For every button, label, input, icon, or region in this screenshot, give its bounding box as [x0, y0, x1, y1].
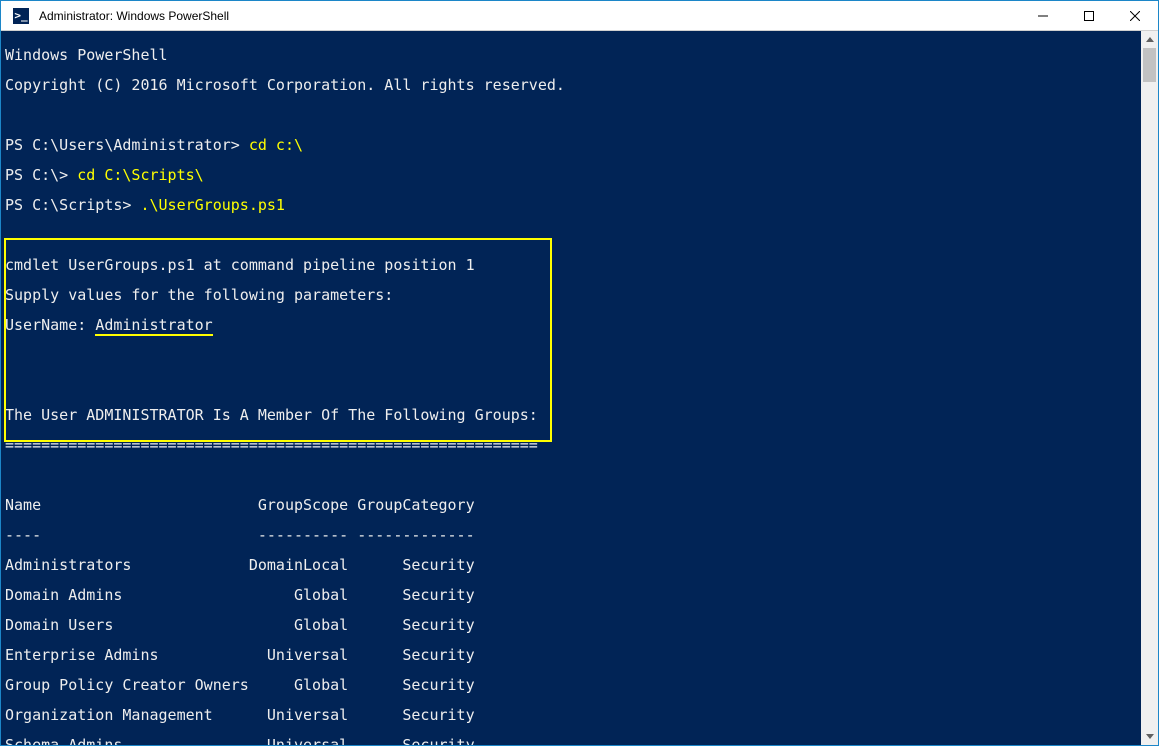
blank-line: [5, 348, 1137, 363]
table-row: Administrators DomainLocal Security: [5, 558, 1137, 573]
close-button[interactable]: [1112, 1, 1158, 31]
group-heading: The User ADMINISTRATOR Is A Member Of Th…: [5, 408, 1137, 423]
powershell-window: >_ Administrator: Windows PowerShell Win…: [0, 0, 1159, 746]
username-prompt: UserName: Administrator: [5, 318, 1137, 333]
banner-line: Windows PowerShell: [5, 48, 1137, 63]
maximize-button[interactable]: [1066, 1, 1112, 31]
window-title: Administrator: Windows PowerShell: [35, 9, 229, 23]
table-row: Domain Users Global Security: [5, 618, 1137, 633]
titlebar[interactable]: >_ Administrator: Windows PowerShell: [1, 1, 1158, 31]
terminal-output[interactable]: Windows PowerShell Copyright (C) 2016 Mi…: [1, 31, 1141, 745]
supply-values: Supply values for the following paramete…: [5, 288, 1137, 303]
powershell-icon: >_: [7, 1, 35, 31]
command-line-3: PS C:\Scripts> .\UserGroups.ps1: [5, 198, 1137, 213]
scroll-up-button[interactable]: [1141, 31, 1158, 48]
blank-line: [5, 378, 1137, 393]
table-row: Schema Admins Universal Security: [5, 738, 1137, 745]
banner-line: Copyright (C) 2016 Microsoft Corporation…: [5, 78, 1137, 93]
minimize-button[interactable]: [1020, 1, 1066, 31]
scroll-down-button[interactable]: [1141, 728, 1158, 745]
blank-line: [5, 468, 1137, 483]
vertical-scrollbar[interactable]: [1141, 31, 1158, 745]
blank-line: [5, 108, 1137, 123]
blank-line: [5, 228, 1137, 243]
scroll-thumb[interactable]: [1143, 48, 1156, 82]
command-line-2: PS C:\> cd C:\Scripts\: [5, 168, 1137, 183]
command-line-1: PS C:\Users\Administrator> cd c:\: [5, 138, 1137, 153]
table-row: Organization Management Universal Securi…: [5, 708, 1137, 723]
table-row: Domain Admins Global Security: [5, 588, 1137, 603]
table-header-divider: ---- ---------- -------------: [5, 528, 1137, 543]
group-divider: ========================================…: [5, 438, 1137, 453]
table-header: Name GroupScope GroupCategory: [5, 498, 1137, 513]
cmdlet-info: cmdlet UserGroups.ps1 at command pipelin…: [5, 258, 1137, 273]
scroll-track[interactable]: [1141, 48, 1158, 728]
table-row: Group Policy Creator Owners Global Secur…: [5, 678, 1137, 693]
table-row: Enterprise Admins Universal Security: [5, 648, 1137, 663]
